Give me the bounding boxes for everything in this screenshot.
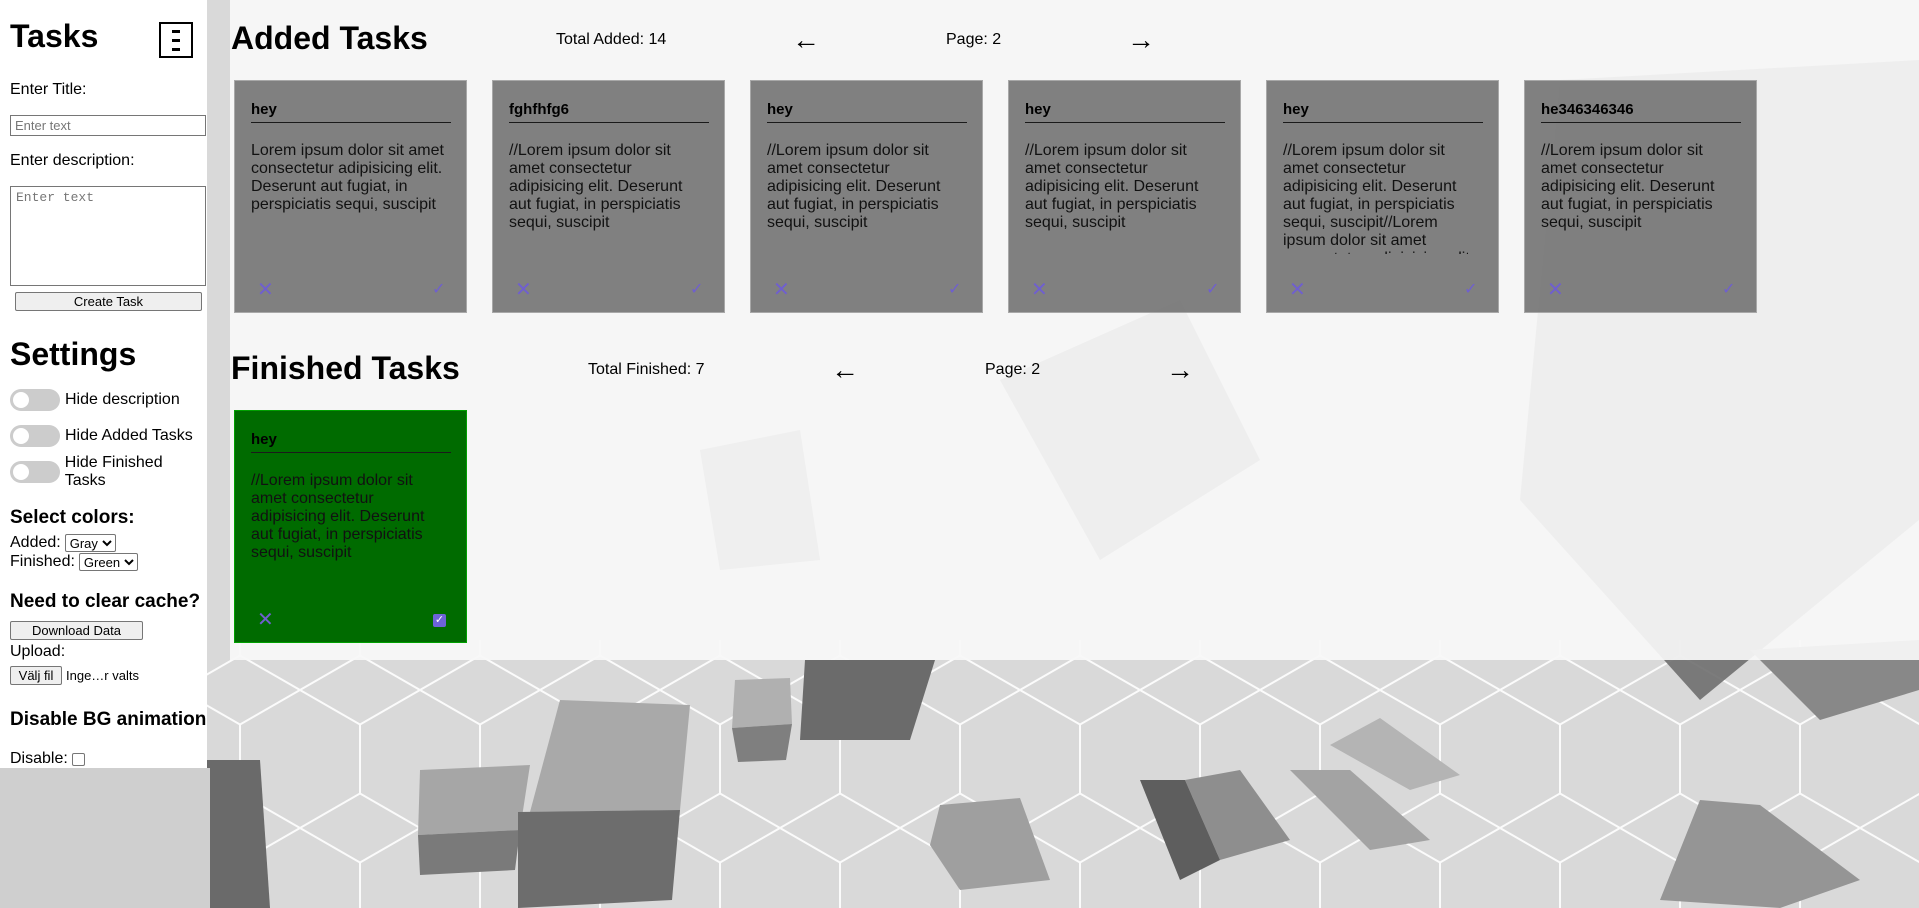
settings-title: Settings (10, 336, 137, 372)
task-description: //Lorem ipsum dolor sit amet consectetur… (509, 142, 683, 231)
added-task-card: he346346346 //Lorem ipsum dolor sit amet… (1524, 80, 1757, 313)
disable-bg-title: Disable BG animation (10, 709, 207, 730)
hide-finished-label: Hide Finished Tasks (64, 454, 163, 489)
check-icon[interactable]: ✓ (432, 281, 445, 299)
added-task-card: hey //Lorem ipsum dolor sit amet consect… (750, 80, 983, 313)
task-description: //Lorem ipsum dolor sit amet consectetur… (1541, 142, 1715, 231)
finished-color-label: Finished: (10, 553, 75, 570)
added-color-select[interactable]: Gray (64, 534, 116, 552)
file-status: Inge…r valts (66, 668, 139, 683)
disable-label: Disable: (10, 750, 68, 767)
choose-file-button[interactable]: Välj fil (10, 666, 62, 685)
added-prev-arrow-icon[interactable]: ← (792, 26, 820, 54)
main-panel: Added Tasks Total Added: 14 ← Page: 2 → … (230, 0, 1919, 660)
description-label: Enter description: (10, 152, 135, 169)
added-color-row: Added: Gray (10, 534, 116, 552)
disable-checkbox[interactable] (71, 752, 85, 766)
close-icon[interactable]: ✕ (257, 280, 274, 300)
create-task-button[interactable]: Create Task (15, 292, 202, 311)
task-title: fghfhfg6 (509, 101, 709, 123)
hide-added-label: Hide Added Tasks (65, 427, 193, 444)
check-icon[interactable]: ✓ (1722, 281, 1735, 299)
finished-task-card: hey //Lorem ipsum dolor sit amet consect… (234, 410, 467, 643)
finished-page: Page: 2 (985, 361, 1041, 378)
hide-added-toggle[interactable] (10, 425, 60, 447)
disable-row: Disable: (10, 750, 85, 768)
task-description: //Lorem ipsum dolor sit amet consectetur… (1283, 142, 1470, 254)
hide-finished-toggle[interactable] (10, 461, 60, 483)
added-next-arrow-icon[interactable]: → (1127, 26, 1155, 54)
added-page: Page: 2 (946, 31, 1002, 48)
toggle-row-hide-finished: Hide Finished Tasks (10, 454, 207, 489)
close-icon[interactable]: ✕ (1031, 280, 1048, 300)
close-icon[interactable]: ✕ (773, 280, 790, 300)
sidebar: Tasks Enter Title: Enter description: Cr… (0, 0, 207, 768)
added-task-card: hey //Lorem ipsum dolor sit amet consect… (1266, 80, 1499, 313)
check-icon[interactable]: ✓ (948, 281, 961, 299)
check-icon[interactable]: ✓ (1206, 281, 1219, 299)
added-tasks-title: Added Tasks (231, 20, 428, 56)
clear-cache-title: Need to clear cache? (10, 591, 201, 612)
select-colors-title: Select colors: (10, 507, 135, 528)
task-description: Lorem ipsum dolor sit amet consectetur a… (251, 142, 444, 213)
task-description: //Lorem ipsum dolor sit amet consectetur… (251, 472, 425, 561)
check-icon[interactable]: ✓ (690, 281, 703, 299)
total-added: Total Added: 14 (556, 31, 667, 48)
check-icon[interactable]: ✓ (433, 614, 446, 627)
toggle-row-hide-description: Hide description (10, 389, 180, 411)
added-task-card: hey //Lorem ipsum dolor sit amet consect… (1008, 80, 1241, 313)
menu-icon (172, 29, 180, 51)
menu-button[interactable] (159, 22, 193, 58)
task-title: hey (767, 101, 967, 123)
added-color-label: Added: (10, 534, 61, 551)
check-icon[interactable]: ✓ (1464, 281, 1477, 299)
app-title: Tasks (10, 18, 99, 54)
close-icon[interactable]: ✕ (1547, 280, 1564, 300)
hide-description-toggle[interactable] (10, 389, 60, 411)
toggle-row-hide-added: Hide Added Tasks (10, 425, 193, 447)
total-finished: Total Finished: 7 (588, 361, 705, 378)
title-input[interactable] (10, 115, 206, 136)
file-upload: Välj fil Inge…r valts (10, 666, 139, 685)
download-data-button[interactable]: Download Data (10, 621, 143, 640)
task-title: hey (251, 431, 451, 453)
task-title: hey (1025, 101, 1225, 123)
added-task-card: fghfhfg6 //Lorem ipsum dolor sit amet co… (492, 80, 725, 313)
task-description: //Lorem ipsum dolor sit amet consectetur… (1025, 142, 1199, 231)
hide-description-label: Hide description (65, 391, 180, 408)
task-description: //Lorem ipsum dolor sit amet consectetur… (767, 142, 941, 231)
added-task-card: hey Lorem ipsum dolor sit amet consectet… (234, 80, 467, 313)
finished-color-row: Finished: Green (10, 553, 138, 571)
close-icon[interactable]: ✕ (1289, 280, 1306, 300)
close-icon[interactable]: ✕ (515, 280, 532, 300)
finished-tasks-title: Finished Tasks (231, 350, 460, 386)
finished-next-arrow-icon[interactable]: → (1166, 356, 1194, 384)
upload-label: Upload: (10, 643, 66, 660)
title-label: Enter Title: (10, 81, 87, 98)
description-input[interactable] (10, 186, 206, 286)
task-title: hey (1283, 101, 1483, 123)
close-icon[interactable]: ✕ (257, 610, 274, 630)
task-title: hey (251, 101, 451, 123)
task-title: he346346346 (1541, 101, 1741, 123)
finished-prev-arrow-icon[interactable]: ← (831, 356, 859, 384)
finished-color-select[interactable]: Green (78, 553, 138, 571)
